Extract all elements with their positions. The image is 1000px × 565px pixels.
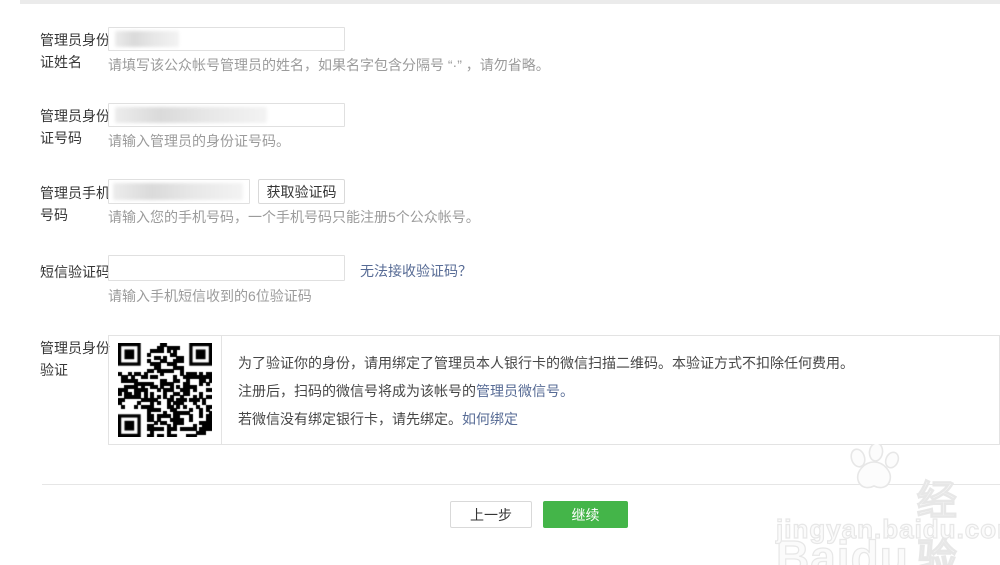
qr-code-cell [109, 336, 222, 444]
admin-id-label: 管理员身份证号码 [40, 105, 112, 149]
admin-phone-label: 管理员手机号码 [40, 182, 112, 226]
qr-instruction-line2: 注册后，扫码的微信号将成为该帐号的管理员微信号。 [238, 377, 999, 405]
watermark-jingyan-cn: 经验 [917, 468, 1000, 565]
admin-id-help: 请输入管理员的身份证号码。 [108, 132, 290, 150]
registration-form-page: 管理员身份证姓名 请填写该公众帐号管理员的姓名，如果名字包含分隔号 “·” ，请… [0, 0, 1000, 565]
identity-verify-panel: 为了验证你的身份，请用绑定了管理员本人银行卡的微信扫描二维码。本验证方式不扣除任… [108, 335, 1000, 445]
watermark-du: du [851, 530, 909, 565]
previous-step-button[interactable]: 上一步 [450, 501, 532, 528]
sms-code-label: 短信验证码 [40, 261, 112, 283]
admin-name-label: 管理员身份证姓名 [40, 29, 112, 73]
sms-code-input[interactable] [108, 255, 345, 281]
qr-line3-text: 若微信没有绑定银行卡，请先绑定。 [238, 411, 462, 427]
admin-name-help: 请填写该公众帐号管理员的姓名，如果名字包含分隔号 “·” ，请勿省略。 [108, 56, 550, 74]
admin-wechat-link[interactable]: 管理员微信号。 [476, 383, 574, 399]
qr-instruction-line1: 为了验证你的身份，请用绑定了管理员本人银行卡的微信扫描二维码。本验证方式不扣除任… [238, 349, 999, 377]
continue-button[interactable]: 继续 [543, 501, 628, 528]
watermark-url: jingyan.baidu.com [776, 514, 1000, 545]
redacted-name-value [115, 31, 179, 47]
redacted-phone-value [113, 183, 243, 200]
redacted-id-value [115, 107, 267, 123]
how-to-bind-link[interactable]: 如何绑定 [462, 411, 518, 427]
admin-phone-help: 请输入您的手机号码，一个手机号码只能注册5个公众帐号。 [108, 208, 480, 226]
qr-instruction-line3: 若微信没有绑定银行卡，请先绑定。如何绑定 [238, 405, 999, 433]
get-verification-code-button[interactable]: 获取验证码 [258, 179, 345, 204]
qr-line2-text: 注册后，扫码的微信号将成为该帐号的 [238, 383, 476, 399]
sms-code-help: 请输入手机短信收到的6位验证码 [108, 287, 312, 305]
cannot-receive-code-link[interactable]: 无法接收验证码？ [360, 261, 472, 281]
qr-code [118, 343, 212, 437]
baidu-paw-icon [846, 444, 902, 490]
identity-verify-label: 管理员身份验证 [40, 337, 112, 381]
top-section-divider [20, 0, 1000, 4]
qr-instructions: 为了验证你的身份，请用绑定了管理员本人银行卡的微信扫描二维码。本验证方式不扣除任… [222, 336, 999, 444]
watermark-bai: Bai [776, 530, 851, 565]
